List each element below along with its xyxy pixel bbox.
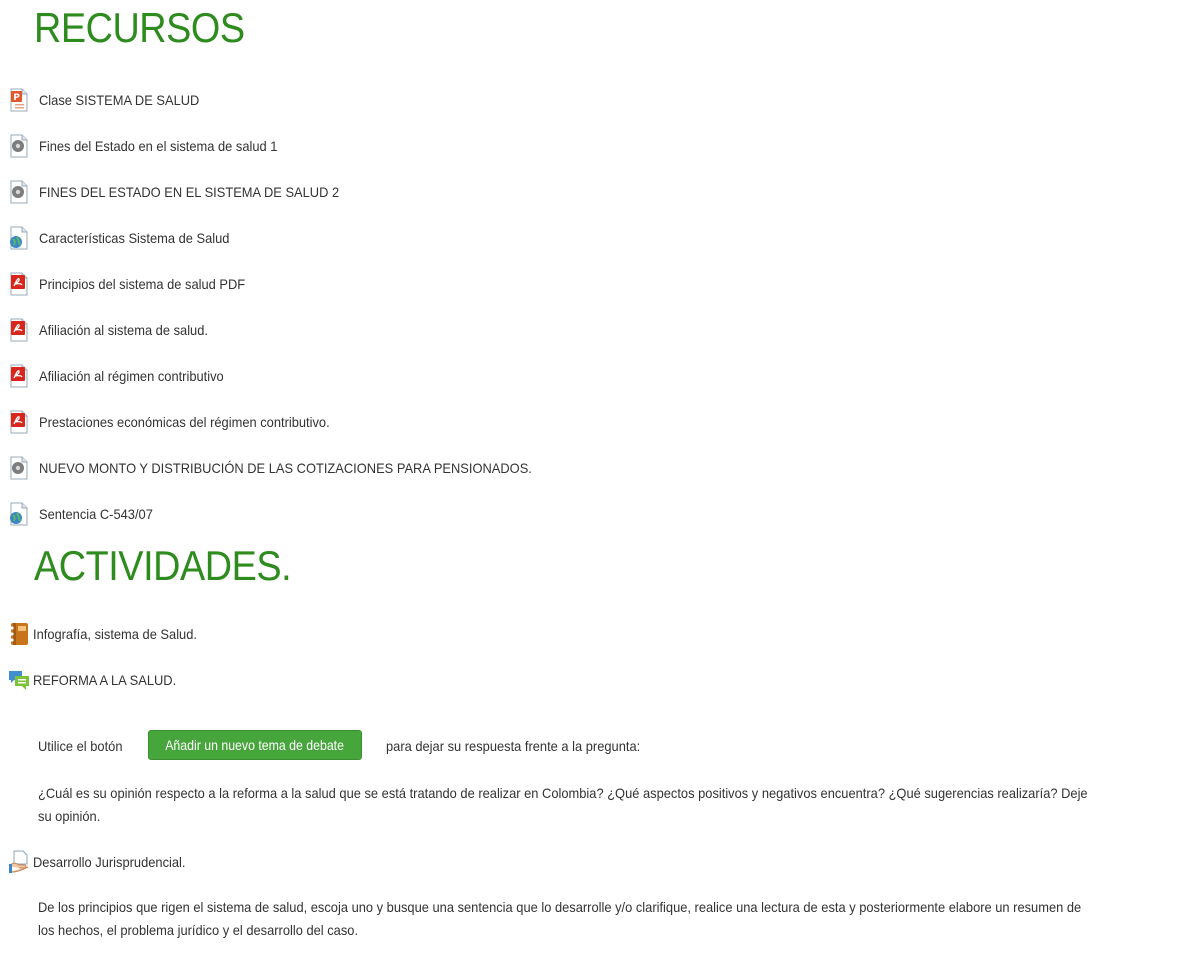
desarrollo-desc-line2: los hechos, el problema jurídico y el de… [38,922,359,938]
resource-label: Afiliación al régimen contributivo [39,368,224,384]
pdf-icon [8,364,30,388]
svg-text:P: P [13,93,20,103]
video-icon [8,180,30,204]
activity-label: Desarrollo Jurisprudencial. [33,854,186,870]
resource-link-afiliacion[interactable]: Afiliación al sistema de salud. [8,317,223,343]
resource-label: Afiliación al sistema de salud. [39,322,208,338]
resource-label: Clase SISTEMA DE SALUD [39,92,200,108]
pdf-icon [8,318,30,342]
reforma-instruction-before: Utilice el botón [38,738,123,754]
reforma-instruction-after: para dejar su respuesta frente a la preg… [386,738,641,754]
activity-label: REFORMA A LA SALUD. [33,672,177,688]
add-discussion-topic-button[interactable]: Añadir un nuevo tema de debate [148,730,362,760]
resource-label: FINES DEL ESTADO EN EL SISTEMA DE SALUD … [39,184,340,200]
journal-icon [10,623,28,645]
resource-link-caracteristicas[interactable]: Características Sistema de Salud [8,225,246,251]
section-title-recursos: RECURSOS [34,4,245,51]
activity-link-infografia[interactable]: Infografía, sistema de Salud. [8,621,211,647]
section-title-actividades: ACTIVIDADES. [34,542,292,589]
forum-icon [9,671,29,690]
activity-link-desarrollo[interactable]: Desarrollo Jurisprudencial. [8,849,199,875]
pdf-icon [8,410,30,434]
url-icon [10,226,30,250]
desarrollo-desc-line1: De los principios que rigen el sistema d… [38,899,1082,915]
assignment-icon [8,850,29,873]
video-icon [8,456,30,480]
resource-link-sentencia[interactable]: Sentencia C-543/07 [8,501,163,527]
resource-link-clase-sistema[interactable]: P Clase SISTEMA DE SALUD [8,87,213,113]
resource-label: Características Sistema de Salud [39,230,230,246]
video-icon [8,134,30,158]
resource-label: Prestaciones económicas del régimen cont… [39,414,330,430]
resource-label: NUEVO MONTO Y DISTRIBUCIÓN DE LAS COTIZA… [39,460,532,476]
activity-link-reforma[interactable]: REFORMA A LA SALUD. [8,667,189,693]
resource-link-afiliacion-regimen[interactable]: Afiliación al régimen contributivo [8,363,240,389]
resource-label: Fines del Estado en el sistema de salud … [39,138,278,154]
url-icon [10,502,30,526]
powerpoint-icon: P [8,88,30,112]
resource-link-principios-pdf[interactable]: Principios del sistema de salud PDF [8,271,263,297]
resource-link-prestaciones[interactable]: Prestaciones económicas del régimen cont… [8,409,355,435]
resource-label: Sentencia C-543/07 [39,506,153,522]
reforma-question-line2: su opinión. [38,808,101,824]
resource-link-nuevo-monto[interactable]: NUEVO MONTO Y DISTRIBUCIÓN DE LAS COTIZA… [8,455,575,481]
reforma-question-line1: ¿Cuál es su opinión respecto a la reform… [38,785,1088,801]
resource-label: Principios del sistema de salud PDF [39,276,246,292]
activity-label: Infografía, sistema de Salud. [33,626,197,642]
pdf-icon [8,272,30,296]
resource-link-fines-2[interactable]: FINES DEL ESTADO EN EL SISTEMA DE SALUD … [8,179,365,205]
resource-link-fines-1[interactable]: Fines del Estado en el sistema de salud … [8,133,298,159]
